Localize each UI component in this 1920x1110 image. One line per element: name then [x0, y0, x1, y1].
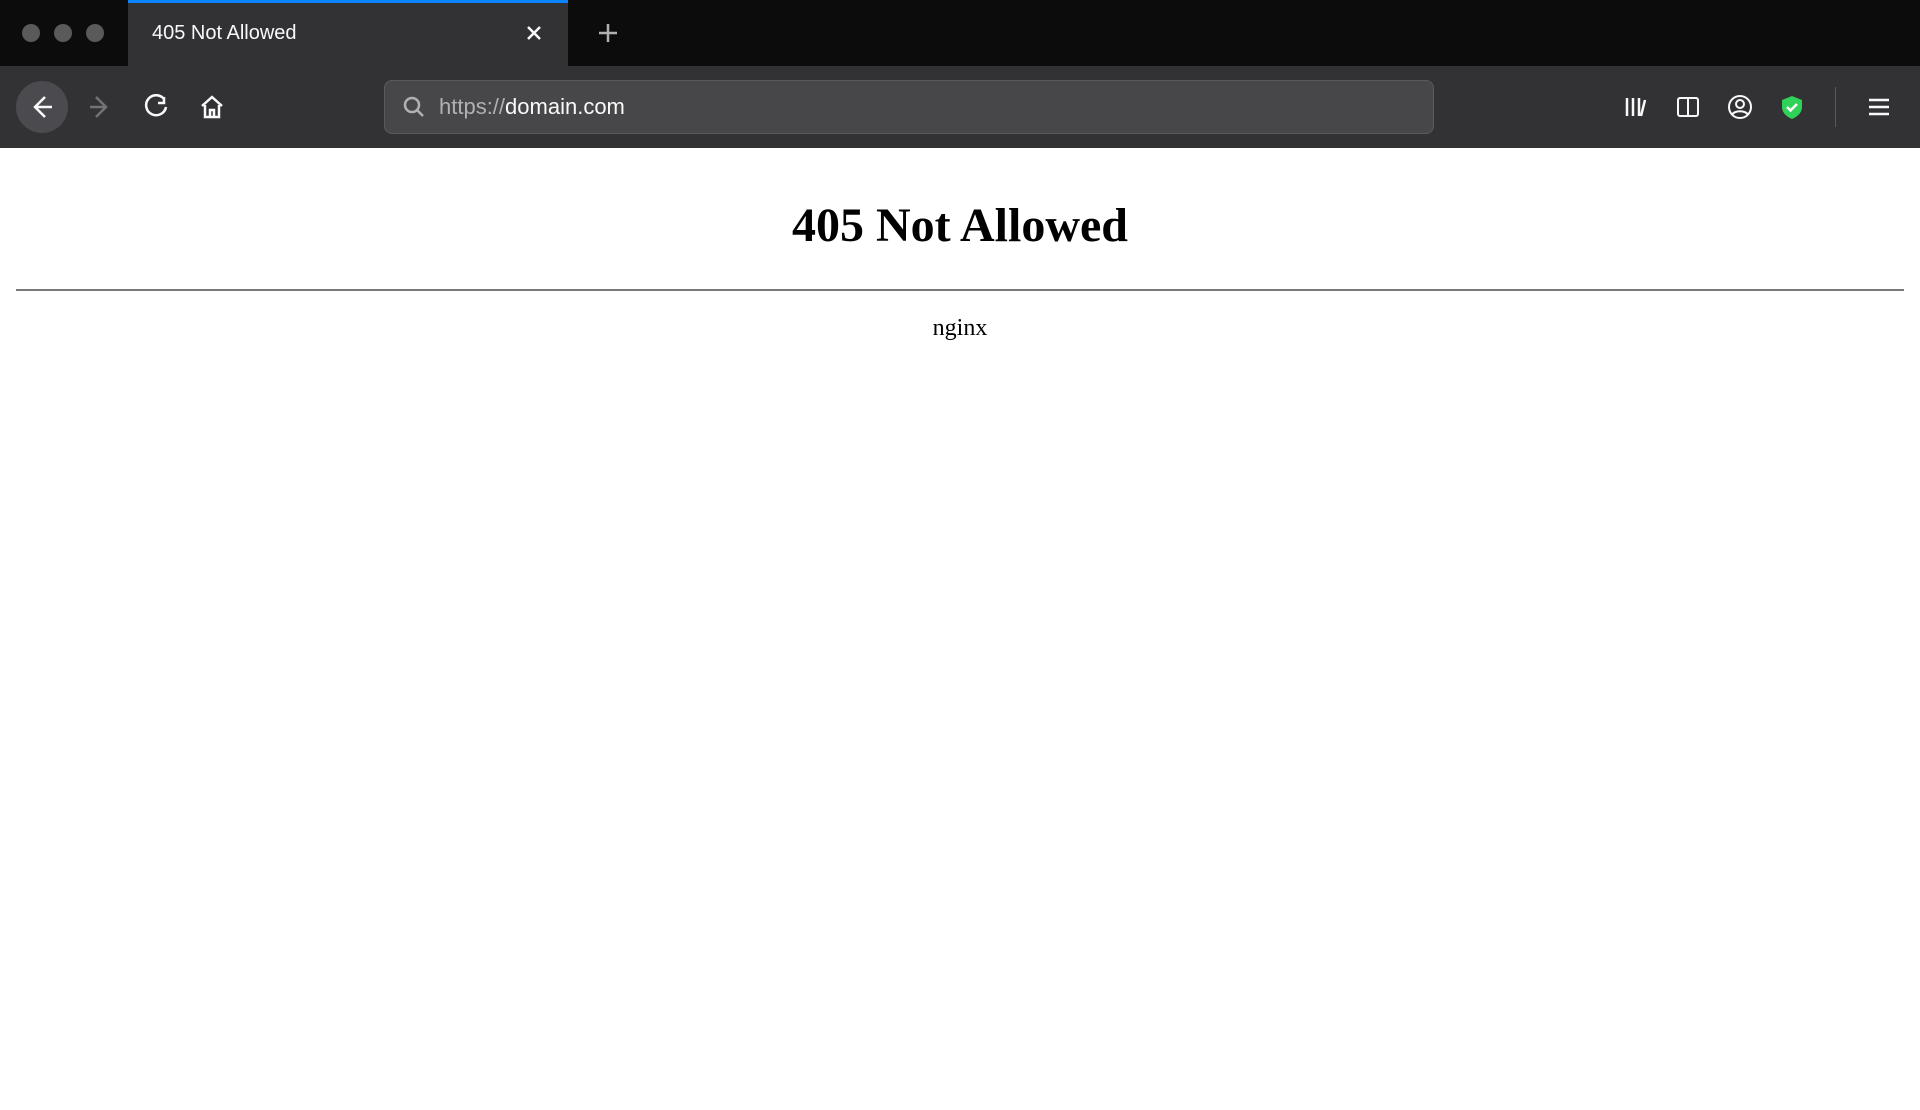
arrow-left-icon	[28, 93, 56, 121]
window-close-dot[interactable]	[22, 24, 40, 42]
hamburger-icon	[1866, 94, 1892, 120]
menu-button[interactable]	[1864, 92, 1894, 122]
error-heading: 405 Not Allowed	[0, 198, 1920, 253]
shield-check-icon	[1779, 94, 1805, 120]
protection-button[interactable]	[1777, 92, 1807, 122]
tab-title: 405 Not Allowed	[152, 22, 520, 45]
library-icon	[1623, 94, 1649, 120]
address-bar[interactable]: https://domain.com	[384, 80, 1434, 134]
page-content: 405 Not Allowed nginx	[0, 148, 1920, 342]
window-maximize-dot[interactable]	[86, 24, 104, 42]
tab-active-highlight	[128, 0, 568, 3]
browser-toolbar: https://domain.com	[0, 66, 1920, 148]
account-icon	[1727, 94, 1753, 120]
arrow-right-icon	[87, 94, 113, 120]
reload-button[interactable]	[132, 83, 180, 131]
home-icon	[199, 94, 225, 120]
close-icon	[525, 24, 543, 42]
sidebar-icon	[1675, 94, 1701, 120]
forward-button[interactable]	[76, 83, 124, 131]
search-icon	[403, 96, 425, 118]
window-minimize-dot[interactable]	[54, 24, 72, 42]
server-signature: nginx	[0, 315, 1920, 342]
url-display: https://domain.com	[439, 94, 625, 120]
reload-icon	[143, 94, 169, 120]
content-divider	[16, 289, 1904, 291]
toolbar-divider	[1835, 87, 1836, 127]
account-button[interactable]	[1725, 92, 1755, 122]
library-button[interactable]	[1621, 92, 1651, 122]
sidebar-button[interactable]	[1673, 92, 1703, 122]
url-protocol: https://	[439, 94, 505, 120]
new-tab-button[interactable]	[586, 11, 630, 55]
window-controls	[0, 0, 128, 66]
browser-tab[interactable]: 405 Not Allowed	[128, 0, 568, 66]
url-domain: domain.com	[505, 94, 625, 120]
plus-icon	[597, 22, 619, 44]
home-button[interactable]	[188, 83, 236, 131]
browser-chrome: 405 Not Allowed https://domain.com	[0, 0, 1920, 148]
back-button[interactable]	[16, 81, 68, 133]
tab-close-button[interactable]	[520, 19, 548, 47]
toolbar-right	[1621, 87, 1904, 127]
tab-strip: 405 Not Allowed	[0, 0, 1920, 66]
